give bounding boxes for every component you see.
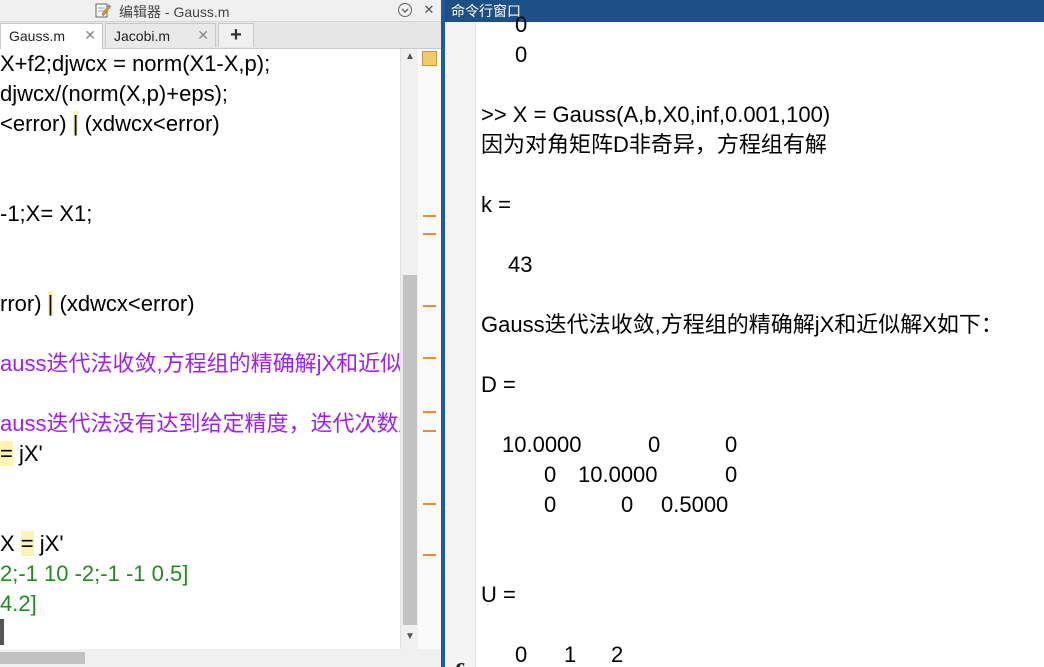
warning-marker[interactable] (423, 215, 436, 217)
code-line: X = jX' (0, 529, 64, 559)
matrix-cell: 0 (648, 432, 661, 457)
warning-marker[interactable] (423, 411, 436, 413)
output-line: 因为对角矩阵D非奇异，方程组有解 (481, 132, 827, 157)
editor-vertical-scrollbar[interactable]: ▲ ▼ (400, 49, 419, 649)
code-string-line: auss迭代法没有达到给定精度，迭代次数超 (0, 411, 400, 436)
code-string-line: auss迭代法收敛,方程组的精确解jX和近似 (0, 351, 400, 376)
scroll-down-icon[interactable]: ▼ (401, 629, 419, 645)
output-line: Gauss迭代法收敛,方程组的精确解jX和近似解X如下： (481, 312, 1003, 337)
highlighted-operator: = (0, 441, 13, 466)
code-text: (xdwcx<error) (78, 111, 220, 136)
command-window-title: 命令行窗口 (451, 3, 521, 19)
output-line: U = (481, 582, 516, 607)
matrix-cell: 2 (611, 642, 624, 667)
add-tab-button[interactable]: + (218, 23, 254, 47)
text-cursor (0, 619, 4, 645)
matrix-cell: 0 (544, 462, 557, 487)
warning-marker[interactable] (423, 430, 436, 432)
close-panel-icon[interactable]: ✕ (421, 2, 437, 18)
code-line: -1;X= X1; (0, 201, 93, 226)
command-window-title-bar: 命令行窗口 (445, 0, 1044, 22)
tab-label: Jacobi.m (114, 28, 171, 44)
circle-chevron-icon (398, 3, 412, 17)
matrix-cell: 0 (725, 462, 738, 487)
code-comment-line: 2;-1 10 -2;-1 -1 0.5] (0, 561, 189, 586)
matrix-cell: 0 (621, 492, 634, 517)
output-line: 0 (515, 12, 528, 37)
code-area[interactable]: X+f2;djwcx = norm(X1-X,p); djwcx/(norm(X… (0, 49, 400, 649)
command-gutter: fx (445, 22, 476, 667)
warning-marker[interactable] (423, 503, 436, 505)
code-line: X+f2;djwcx = norm(X1-X,p); (0, 51, 271, 76)
fx-function-browser-icon[interactable]: fx (453, 659, 474, 667)
scroll-up-icon[interactable]: ▲ (401, 49, 419, 65)
matrix-cell: 10.0000 (502, 432, 582, 457)
scrollbar-thumb[interactable] (0, 652, 85, 664)
matrix-cell: 0 (515, 642, 528, 667)
editor-panel: 编辑器 - Gauss.m ✕ Gauss.m ✕ Jacobi.m ✕ + X… (0, 0, 441, 667)
code-text: <error) (0, 111, 73, 136)
output-line: 43 (508, 252, 533, 277)
warning-indicator-icon[interactable] (422, 51, 437, 66)
code-text: X (0, 531, 21, 556)
tab-jacobi[interactable]: Jacobi.m ✕ (105, 23, 216, 47)
code-analyzer-margin (418, 49, 441, 649)
matrix-cell: 1 (564, 642, 577, 667)
editor-title: 编辑器 - Gauss.m (119, 4, 230, 20)
code-text: jX' (33, 531, 64, 556)
warning-marker[interactable] (423, 305, 436, 307)
matrix-cell: 0 (725, 432, 738, 457)
output-line: k = (481, 192, 511, 217)
matrix-cell: 0 (544, 492, 557, 517)
panel-menu-icon[interactable] (397, 2, 413, 18)
code-text: (xdwcx<error) (53, 291, 195, 316)
code-line: djwcx/(norm(X,p)+eps); (0, 81, 229, 106)
code-line: rror) | (xdwcx<error) (0, 289, 195, 319)
editor-tab-bar: Gauss.m ✕ Jacobi.m ✕ + (0, 22, 441, 49)
close-tab-icon[interactable]: ✕ (197, 27, 209, 44)
editor-horizontal-scrollbar[interactable] (0, 649, 441, 667)
matrix-cell: 0.5000 (661, 492, 729, 517)
code-line: = jX' (0, 439, 43, 469)
code-comment-line: 4.2] (0, 591, 37, 616)
command-input-line: >> X = Gauss(A,b,X0,inf,0.001,100) (481, 102, 831, 127)
output-line: 0 (515, 42, 528, 67)
code-text: jX' (12, 441, 43, 466)
command-window[interactable]: 命令行窗口 fx 0 0 >> X = Gauss(A,b,X0,inf,0.0… (445, 0, 1044, 667)
matrix-cell: 10.0000 (578, 462, 658, 487)
tab-gauss[interactable]: Gauss.m ✕ (0, 23, 103, 49)
scrollbar-thumb[interactable] (403, 275, 417, 625)
code-line: <error) | (xdwcx<error) (0, 109, 220, 139)
code-text: rror) (0, 291, 48, 316)
highlighted-operator: = (20, 531, 34, 556)
editor-title-bar: 编辑器 - Gauss.m ✕ (0, 0, 441, 22)
editor-icon (95, 3, 111, 18)
warning-marker[interactable] (423, 357, 436, 359)
output-line: D = (481, 372, 516, 397)
warning-marker[interactable] (423, 554, 436, 556)
tab-label: Gauss.m (9, 28, 66, 44)
warning-marker[interactable] (423, 233, 436, 235)
close-tab-icon[interactable]: ✕ (84, 27, 96, 44)
